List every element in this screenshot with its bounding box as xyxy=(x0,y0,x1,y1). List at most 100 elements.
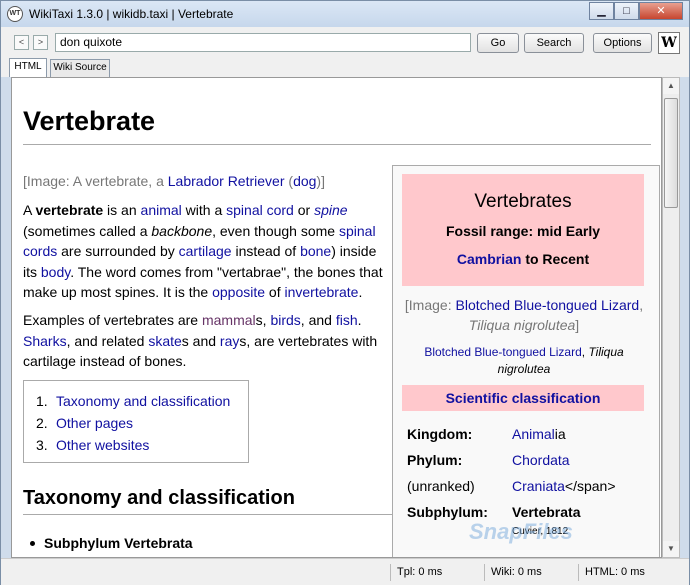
cartilage-link[interactable]: cartilage xyxy=(179,243,232,259)
section-heading: Taxonomy and classification xyxy=(23,487,295,509)
status-bar: Tpl: 0 ms Wiki: 0 ms HTML: 0 ms xyxy=(1,558,689,585)
back-button[interactable]: < xyxy=(14,35,29,50)
search-button[interactable]: Search xyxy=(524,33,584,53)
text: with a xyxy=(181,202,227,218)
status-wiki: Wiki: 0 ms xyxy=(484,564,577,581)
labrador-retriever-link[interactable]: Labrador Retriever xyxy=(168,173,285,189)
scroll-down-arrow-icon[interactable]: ▼ xyxy=(663,541,679,557)
text: A xyxy=(23,202,36,218)
close-button[interactable]: ✕ xyxy=(639,2,683,20)
section-divider xyxy=(23,514,393,515)
app-icon: WT xyxy=(7,6,23,22)
app-window: WT WikiTaxi 1.3.0 | wikidb.taxi | Verteb… xyxy=(0,0,690,585)
taxon-rank: Kingdom: xyxy=(407,426,473,442)
text: Examples of vertebrates are xyxy=(23,312,202,328)
maximize-button[interactable]: □ xyxy=(614,2,639,20)
status-tpl: Tpl: 0 ms xyxy=(390,564,483,581)
animal-link[interactable]: animal xyxy=(141,202,182,218)
infobox-title: Vertebrates xyxy=(474,191,572,212)
text: of xyxy=(265,284,285,300)
wikipedia-logo-button[interactable]: W xyxy=(658,32,680,54)
toc-item[interactable]: 3. Other websites xyxy=(36,437,149,453)
text: instead of xyxy=(231,243,301,259)
options-button[interactable]: Options xyxy=(593,33,652,53)
taxon-rank: Subphylum: xyxy=(407,504,488,520)
cambrian-link[interactable]: Cambrian xyxy=(457,251,522,267)
dog-link[interactable]: dog xyxy=(293,173,316,189)
sharks-link[interactable]: Sharks xyxy=(23,333,67,349)
page-title: Vertebrate xyxy=(23,106,156,136)
text: , and xyxy=(300,312,336,328)
infobox: Vertebrates Fossil range: mid Early Camb… xyxy=(392,165,660,557)
text: , xyxy=(639,297,644,313)
spinal-cord-link[interactable]: spinal cord xyxy=(226,202,294,218)
body-link[interactable]: body xyxy=(41,264,70,280)
text: are surrounded by xyxy=(57,243,179,259)
scroll-thumb[interactable] xyxy=(664,98,678,208)
lizard-link[interactable]: Blotched Blue-tongued Lizard xyxy=(456,297,640,313)
toc-number: 2. xyxy=(36,415,48,431)
search-input[interactable]: don quixote xyxy=(55,33,471,52)
toc-item[interactable]: 2. Other pages xyxy=(36,415,133,431)
table-of-contents: 1. Taxonomy and classification 2. Other pa… xyxy=(23,380,249,463)
taxon-rank: Phylum: xyxy=(407,452,463,468)
caption-text: [Image: A vertebrate, a xyxy=(23,173,168,189)
text: (sometimes called a xyxy=(23,222,152,239)
text: or xyxy=(293,202,315,218)
list-item: Subphylum Vertebrata xyxy=(30,535,193,551)
craniata-link[interactable]: Craniata xyxy=(512,478,565,494)
toc-link[interactable]: Taxonomy and classification xyxy=(56,393,230,409)
scroll-up-arrow-icon[interactable]: ▲ xyxy=(663,78,679,94)
skate-link[interactable]: skate xyxy=(148,333,181,349)
toc-number: 1. xyxy=(36,393,48,409)
range-period: Cambrian to Recent xyxy=(402,251,644,267)
text: . xyxy=(358,284,363,300)
bold-term: vertebrate xyxy=(35,202,104,218)
opposite-link[interactable]: opposite xyxy=(212,284,265,300)
infobox-image-placeholder: [Image: Blotched Blue-tongued Lizard, Ti… xyxy=(399,295,649,335)
infobox-header: Vertebrates Fossil range: mid Early Camb… xyxy=(402,174,644,286)
taxon-text: Vertebrata xyxy=(512,504,581,520)
birds-link[interactable]: birds xyxy=(270,312,300,328)
toc-link[interactable]: Other pages xyxy=(56,415,133,431)
chordata-link[interactable]: Chordata xyxy=(512,452,570,468)
window-controls: ▁ □ ✕ xyxy=(589,2,683,22)
text: . xyxy=(357,312,362,328)
mammal-link[interactable]: mammal xyxy=(202,312,256,328)
lizard-caption-link[interactable]: Blotched Blue-tongued Lizard xyxy=(424,345,581,359)
italic-term: backbone xyxy=(151,222,213,239)
invertebrate-link[interactable]: invertebrate xyxy=(285,284,359,300)
animalia-link[interactable]: Animal xyxy=(512,426,555,442)
caption-text: ( xyxy=(284,173,294,189)
toc-link[interactable]: Other websites xyxy=(56,437,149,453)
intro-paragraph: A vertebrate is an animal with a spinal … xyxy=(23,200,383,303)
fish-link[interactable]: fish xyxy=(336,312,358,328)
forward-button[interactable]: > xyxy=(33,35,48,50)
minimize-button[interactable]: ▁ xyxy=(589,2,614,20)
toc-item[interactable]: 1. Taxonomy and classification xyxy=(36,393,230,409)
text: [Image: xyxy=(404,297,456,313)
status-html: HTML: 0 ms xyxy=(578,564,685,581)
spine-link[interactable]: spine xyxy=(314,202,347,218)
go-button[interactable]: Go xyxy=(477,33,519,53)
examples-paragraph: Examples of vertebrates are mammals, bir… xyxy=(23,310,383,372)
window-title: WikiTaxi 1.3.0 | wikidb.taxi | Vertebrat… xyxy=(29,7,234,21)
title-bar: WT WikiTaxi 1.3.0 | wikidb.taxi | Verteb… xyxy=(1,1,689,27)
toolbar: < > don quixote Go Search Options W xyxy=(1,27,689,59)
text: , even though some xyxy=(212,222,339,239)
taxon-text: </span> xyxy=(564,478,616,494)
tab-html[interactable]: HTML xyxy=(9,58,47,77)
view-tabs: HTML Wiki Source xyxy=(1,58,689,77)
vertical-scrollbar[interactable]: ▲ ▼ xyxy=(662,77,680,558)
ray-link[interactable]: ray xyxy=(220,333,239,349)
tab-wiki-source[interactable]: Wiki Source xyxy=(50,59,110,77)
caption-text: )] xyxy=(316,173,325,189)
image-caption: [Image: A vertebrate, a Labrador Retriev… xyxy=(23,171,383,192)
text: s, xyxy=(255,312,271,328)
snapfiles-watermark: SnapFiles xyxy=(469,519,573,544)
scientific-classification-link[interactable]: Scientific classification xyxy=(402,385,644,411)
title-divider xyxy=(23,144,651,145)
text: , and related xyxy=(66,332,149,349)
bone-link[interactable]: bone xyxy=(300,243,331,259)
fossil-range: Fossil range: mid Early xyxy=(445,223,601,239)
